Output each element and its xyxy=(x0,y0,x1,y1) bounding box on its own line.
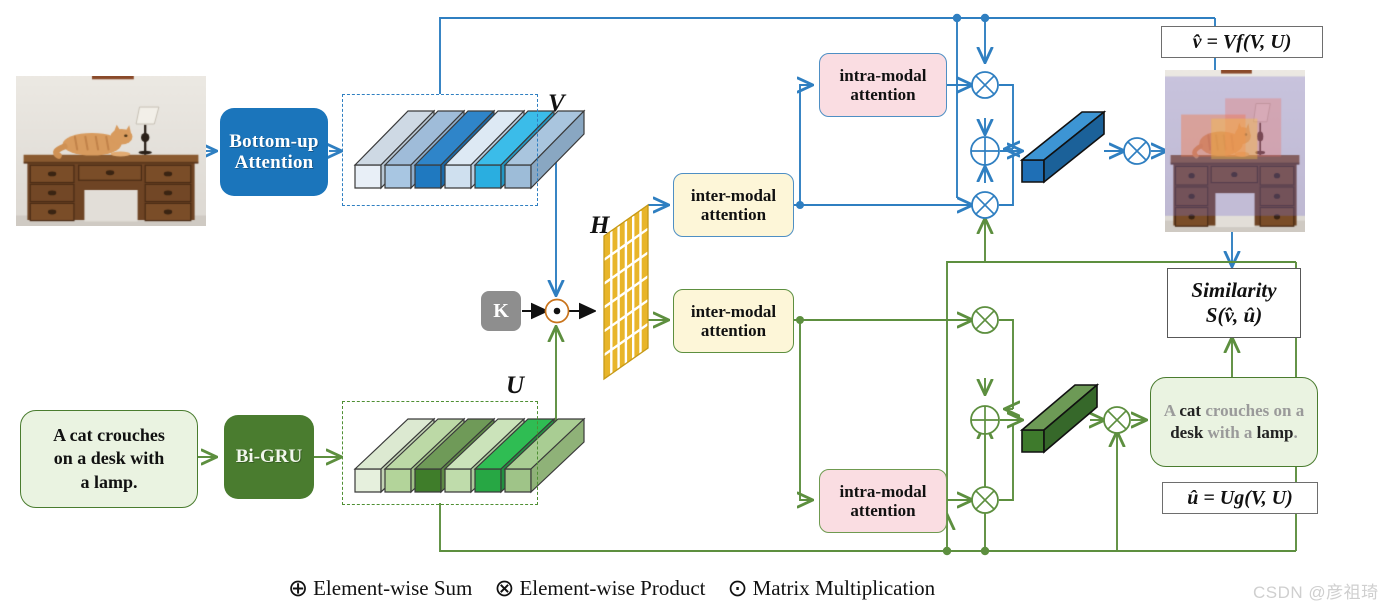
attended-caption-box: A cat crouches on a desk with a lamp. xyxy=(1150,377,1318,467)
inter-modal-attention-visual-line2: attention xyxy=(700,205,767,224)
legend-matmul-label: Matrix Multiplication xyxy=(752,576,936,600)
sum-icon: ⊕ xyxy=(288,576,309,602)
diagram-canvas: Bottom-up Attention V K H intra-modal at… xyxy=(0,0,1400,613)
text-feature-group xyxy=(342,401,538,505)
bottom-up-attention-label-line1: Bottom-up xyxy=(229,130,319,152)
legend-product-label: Element-wise Product xyxy=(519,576,706,600)
input-caption-line2: on a desk with xyxy=(53,448,165,469)
product-icon: ⊗ xyxy=(494,576,515,602)
intra-modal-attention-visual-line2: attention xyxy=(850,85,916,104)
text-output-formula-text: û = Ug(V, U) xyxy=(1187,486,1293,509)
input-caption-box: A cat crouches on a desk with a lamp. xyxy=(20,410,198,508)
text-output-bar xyxy=(1019,383,1100,454)
visual-output-formula: v̂ = Vf(V, U) xyxy=(1161,26,1323,58)
input-image xyxy=(16,76,206,226)
bottom-up-attention-label-line2: Attention xyxy=(234,152,314,173)
intra-modal-attention-visual[interactable]: intra-modal attention xyxy=(819,53,947,117)
visual-feature-group xyxy=(342,94,538,206)
inter-modal-attention-text-line1: inter-modal xyxy=(690,301,777,321)
legend: ⊕ Element-wise Sum ⊗ Element-wise Produc… xyxy=(288,574,935,603)
visual-output-bar xyxy=(1019,110,1107,184)
k-node-label: K xyxy=(493,299,509,322)
similarity-line2: S(v̂, û) xyxy=(1205,303,1263,327)
attended-caption-text: A cat crouches on a desk with a lamp. xyxy=(1163,400,1305,442)
text-feature-label: U xyxy=(506,372,525,399)
watermark: CSDN @彦祖琦 xyxy=(1253,583,1379,602)
visual-output-formula-text: v̂ = Vf(V, U) xyxy=(1192,30,1292,53)
legend-sum-label: Element-wise Sum xyxy=(313,576,473,600)
matmul-icon: ⊙ xyxy=(727,576,748,602)
inter-modal-attention-text[interactable]: inter-modal attention xyxy=(673,289,794,353)
fusion-matrix-grid xyxy=(603,203,649,381)
k-node: K xyxy=(481,291,521,331)
inter-modal-attention-visual-line1: inter-modal xyxy=(690,185,777,205)
intra-modal-attention-text-line1: intra-modal xyxy=(839,481,927,501)
text-output-formula: û = Ug(V, U) xyxy=(1162,482,1318,514)
output-attention-image xyxy=(1165,70,1305,232)
intra-modal-attention-text-line2: attention xyxy=(850,501,916,520)
intra-modal-attention-visual-line1: intra-modal xyxy=(839,65,927,85)
bi-gru-label: Bi-GRU xyxy=(235,446,303,468)
bottom-up-attention-box[interactable]: Bottom-up Attention xyxy=(220,108,328,196)
input-caption-line1: A cat crouches xyxy=(53,424,165,445)
inter-modal-attention-text-line2: attention xyxy=(700,321,767,340)
inter-modal-attention-visual[interactable]: inter-modal attention xyxy=(673,173,794,237)
visual-feature-label: V xyxy=(548,90,565,117)
similarity-box: Similarity S(v̂, û) xyxy=(1167,268,1301,338)
intra-modal-attention-text[interactable]: intra-modal attention xyxy=(819,469,947,533)
bi-gru-box[interactable]: Bi-GRU xyxy=(224,415,314,499)
fusion-matrix-label: H xyxy=(590,212,610,239)
input-caption-line3: a lamp. xyxy=(80,471,138,492)
similarity-line1: Similarity xyxy=(1191,277,1277,302)
